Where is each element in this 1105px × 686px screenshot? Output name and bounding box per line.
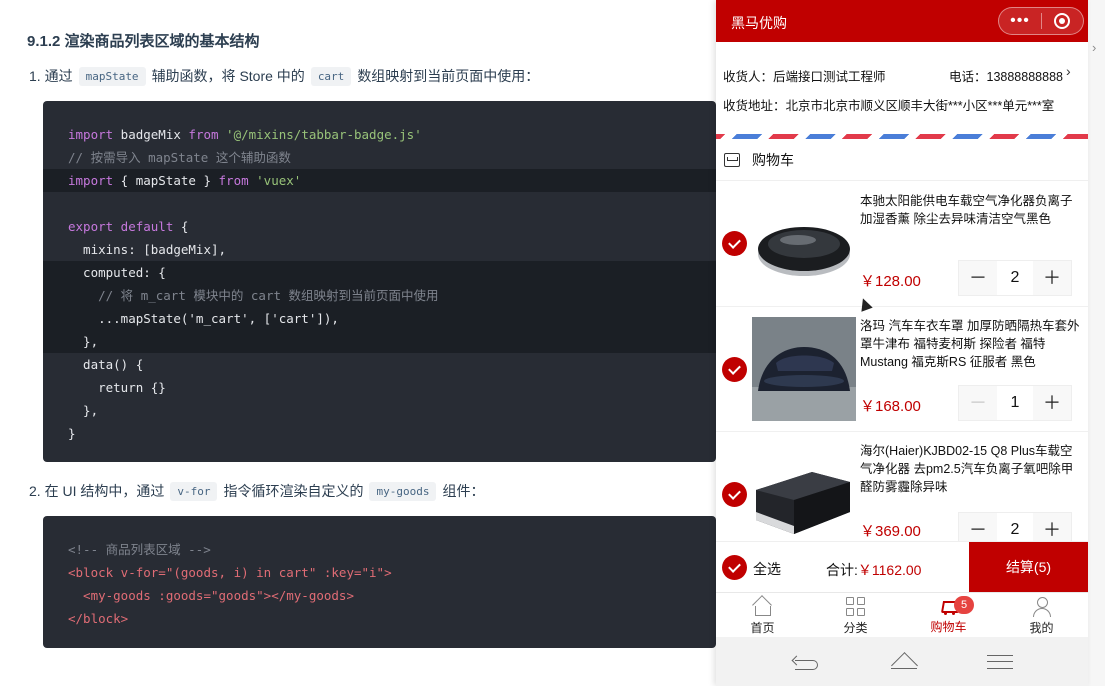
documentation-page: 9.1.2 渲染商品列表区域的基本结构 1. 通过 mapState 辅助函数，…: [0, 0, 716, 686]
goods-price: ￥168.00: [860, 398, 921, 415]
goods-item[interactable]: 本驰太阳能供电车载空气净化器负离子加湿香薰 除尘去异味清洁空气黑色 ￥128.0…: [716, 182, 1088, 307]
inline-code: v-for: [170, 481, 218, 501]
code-line-highlighted: // 将 m_cart 模块中的 cart 数组映射到当前页面中使用: [43, 284, 716, 307]
tab-label: 购物车: [930, 620, 967, 634]
minus-button[interactable]: －: [959, 386, 997, 420]
goods-checkbox[interactable]: [722, 231, 747, 256]
total-amount: 合计:￥1162.00: [826, 560, 921, 580]
code-line: mixins: [badgeMix],: [68, 242, 227, 257]
goods-name: 本驰太阳能供电车载空气净化器负离子加湿香薰 除尘去异味清洁空气黑色: [860, 194, 1073, 226]
code-line-highlighted: computed: {: [43, 261, 716, 284]
goods-price: ￥369.00: [860, 523, 921, 540]
close-miniprogram-icon[interactable]: [1042, 13, 1083, 29]
quantity-value[interactable]: 1: [997, 386, 1033, 420]
goods-name: 海尔(Haier)KJBD02-15 Q8 Plus车载空气净化器 去pm2.5…: [860, 444, 1074, 494]
quantity-value[interactable]: 2: [997, 261, 1033, 295]
step-text: 指令循环渲染自定义的: [223, 483, 364, 499]
quantity-stepper: － 2 ＋: [958, 260, 1072, 296]
step-2-text: 2. 在 UI 结构中，通过 v-for 指令循环渲染自定义的 my-goods…: [29, 481, 484, 501]
code-line: <my-goods :goods="goods"></my-goods>: [68, 588, 354, 603]
goods-price: ￥128.00: [860, 273, 921, 290]
tab-cart[interactable]: 5 购物车: [902, 593, 995, 636]
step-text: 组件：: [442, 483, 485, 499]
total-value: ￥1162.00: [857, 562, 922, 578]
more-icon[interactable]: •••: [999, 7, 1041, 35]
cart-badge: 5: [954, 596, 974, 614]
step-text: 通过: [44, 68, 73, 84]
section-heading: 9.1.2 渲染商品列表区域的基本结构: [27, 33, 260, 50]
settle-bar: 全选 合计:￥1162.00 结算(5): [716, 541, 1088, 593]
step-text: 在 UI 结构中，通过: [44, 483, 165, 499]
goods-item[interactable]: 洛玛 汽车车衣车罩 加厚防晒隔热车套外罩牛津布 福特麦柯斯 探险者 福特Must…: [716, 307, 1088, 432]
goods-checkbox[interactable]: [722, 482, 747, 507]
goods-item[interactable]: 海尔(Haier)KJBD02-15 Q8 Plus车载空气净化器 去pm2.5…: [716, 432, 1088, 548]
code-line: // 按需导入 mapState 这个辅助函数: [68, 150, 291, 165]
address-recipient: 收货人：后端接口测试工程师: [723, 70, 886, 84]
plus-button[interactable]: ＋: [1033, 386, 1071, 420]
chevron-right-icon[interactable]: ›: [1092, 40, 1096, 55]
address-phone: 电话：13888888888: [949, 70, 1063, 84]
quantity-stepper: － 1 ＋: [958, 385, 1072, 421]
home-button-icon[interactable]: [891, 654, 917, 670]
back-icon[interactable]: [791, 653, 821, 671]
code-line: export default {: [68, 219, 189, 234]
user-icon: [1032, 597, 1052, 617]
select-all-label[interactable]: 全选: [753, 559, 781, 579]
address-box[interactable]: 收货人：后端接口测试工程师 电话：13888888888 › 收货地址：北京市北…: [716, 42, 1088, 134]
tab-my[interactable]: 我的: [995, 593, 1088, 636]
tab-bar: 首页 分类 5 购物车 我的: [716, 592, 1088, 636]
goods-checkbox[interactable]: [722, 357, 747, 382]
tab-label: 分类: [843, 621, 868, 635]
goods-image: [752, 442, 854, 542]
code-line: return {}: [68, 380, 166, 395]
code-line: <block v-for="(goods, i) in cart" :key="…: [68, 565, 392, 580]
page-edge-strip: [1088, 0, 1105, 686]
tab-label: 首页: [750, 621, 775, 635]
inline-code: my-goods: [369, 481, 437, 501]
phone-simulator: 黑马优购 ••• 收货人：后端接口测试工程师 电话：13888888888 › …: [716, 0, 1088, 686]
miniprogram-capsule: •••: [998, 7, 1084, 35]
goods-name: 洛玛 汽车车衣车罩 加厚防晒隔热车套外罩牛津布 福特麦柯斯 探险者 福特Must…: [860, 319, 1080, 369]
code-line: <!-- 商品列表区域 -->: [68, 542, 211, 557]
code-line: data() {: [68, 357, 144, 372]
code-line-highlighted: },: [43, 330, 716, 353]
plus-button[interactable]: ＋: [1033, 261, 1071, 295]
code-line-highlighted: import { mapState } from 'vuex': [43, 169, 716, 192]
inline-code: cart: [310, 66, 352, 86]
step-1-text: 1. 通过 mapState 辅助函数，将 Store 中的 cart 数组映射…: [29, 66, 539, 86]
checkout-button[interactable]: 结算(5): [969, 542, 1088, 593]
nav-title: 黑马优购: [731, 15, 787, 31]
total-label: 合计:: [826, 562, 858, 578]
select-all-checkbox[interactable]: [722, 555, 747, 580]
step-number: 2.: [29, 483, 41, 499]
code-line-highlighted: ...mapState('m_cart', ['cart']),: [43, 307, 716, 330]
home-icon: [754, 606, 771, 616]
cart-title-row: 购物车: [716, 139, 1088, 181]
tab-category[interactable]: 分类: [809, 593, 902, 636]
code-line: import badgeMix from '@/mixins/tabbar-ba…: [68, 127, 422, 142]
code-block-template: <!-- 商品列表区域 --> <block v-for="(goods, i)…: [43, 516, 716, 648]
address-detail: 收货地址：北京市北京市顺义区顺丰大街***小区***单元***室: [723, 99, 1055, 113]
shop-icon: [724, 152, 740, 167]
code-block-script: import badgeMix from '@/mixins/tabbar-ba…: [43, 101, 716, 462]
step-number: 1.: [29, 68, 41, 84]
tab-label: 我的: [1029, 621, 1054, 635]
goods-image: [752, 194, 854, 294]
code-line: </block>: [68, 611, 129, 626]
inline-code: mapState: [78, 66, 146, 86]
step-text: 辅助函数，将 Store 中的: [151, 68, 305, 84]
chevron-right-icon[interactable]: ›: [1066, 63, 1071, 79]
code-line: },: [68, 403, 99, 418]
navigation-bar: 黑马优购 •••: [716, 0, 1088, 42]
step-text: 数组映射到当前页面中使用：: [357, 68, 540, 84]
minus-button[interactable]: －: [959, 261, 997, 295]
tab-home[interactable]: 首页: [716, 593, 809, 636]
cart-title: 购物车: [752, 151, 794, 168]
category-icon: [845, 597, 866, 616]
goods-image: [752, 317, 856, 421]
menu-icon[interactable]: [987, 654, 1013, 669]
system-navigation-bar: [716, 637, 1088, 686]
code-line: }: [68, 426, 76, 441]
